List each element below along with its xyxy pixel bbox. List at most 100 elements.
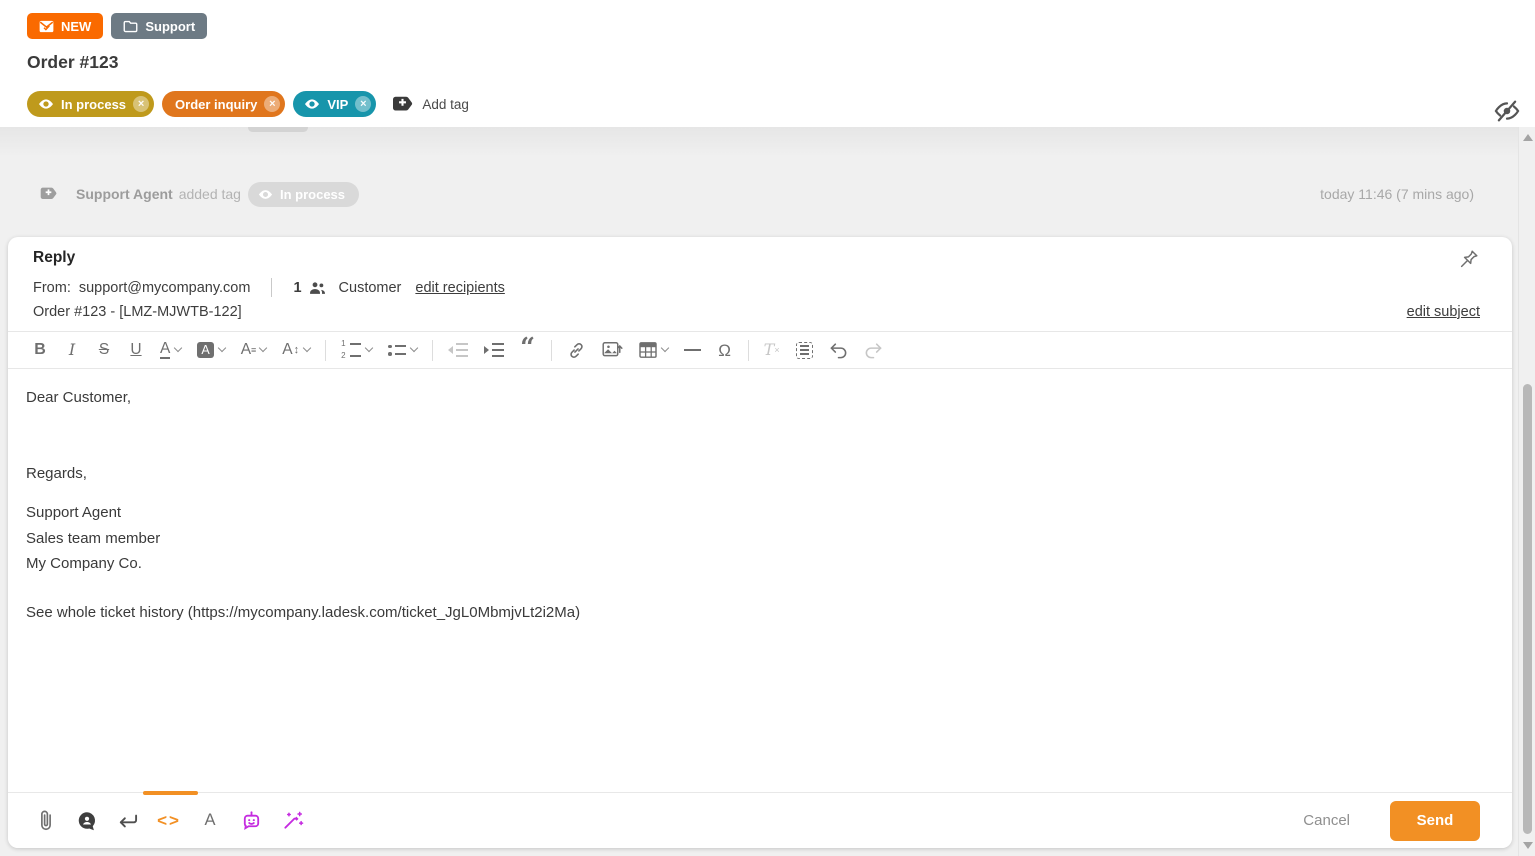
department-badge-label: Support <box>145 19 195 34</box>
underline-icon: U <box>130 342 141 358</box>
undo-icon <box>829 342 848 359</box>
eye-icon <box>258 189 273 200</box>
remove-tag-icon[interactable]: × <box>355 96 371 112</box>
attach-file-button[interactable] <box>34 807 58 835</box>
from-email: support@mycompany.com <box>79 280 251 296</box>
html-source-button[interactable]: <> <box>157 807 181 835</box>
tag-order-inquiry[interactable]: Order inquiry × <box>162 91 285 117</box>
reply-card-header: Reply From: support@mycompany.com 1 Cust… <box>8 237 1512 331</box>
insert-image-button[interactable] <box>598 336 627 364</box>
chevron-down-icon <box>409 344 417 352</box>
ticket-header: NEW Support Order #123 In process × Orde… <box>0 0 1535 127</box>
font-color-icon: A <box>160 341 170 360</box>
horizontal-line-button[interactable] <box>680 336 705 364</box>
ai-robot-icon <box>240 809 263 832</box>
scroll-up-arrow-icon[interactable] <box>1523 134 1533 141</box>
clear-formatting-button[interactable]: T× <box>760 336 784 364</box>
blockquote-button[interactable]: “ <box>516 336 540 364</box>
department-badge[interactable]: Support <box>111 13 207 39</box>
event-action: added tag <box>179 186 241 202</box>
add-tag-label: Add tag <box>422 97 469 112</box>
font-size-arrow: ↕ <box>294 344 300 356</box>
hide-visibility-button[interactable] <box>1493 97 1521 125</box>
font-color-button[interactable]: A <box>156 336 185 364</box>
indent-button[interactable] <box>480 336 508 364</box>
pushpin-icon <box>1458 248 1480 270</box>
reply-body-editor[interactable]: Dear Customer, Regards, Support Agent Sa… <box>8 369 1512 623</box>
font-size-button[interactable]: A↕ <box>278 336 314 364</box>
ai-chatbot-button[interactable] <box>239 807 263 835</box>
signature-role: Sales team member <box>26 526 1494 552</box>
insert-link-button[interactable] <box>563 336 590 364</box>
bold-button[interactable]: B <box>28 336 52 364</box>
edit-recipients-link[interactable]: edit recipients <box>415 280 504 296</box>
timeline-event: Support Agent added tag In process today… <box>40 180 1474 208</box>
outdent-button[interactable] <box>444 336 472 364</box>
select-all-button[interactable] <box>792 336 817 364</box>
quick-responses-button[interactable] <box>75 807 99 835</box>
badge-row: NEW Support <box>27 13 207 39</box>
bullet-list-button[interactable] <box>384 336 421 364</box>
remove-tag-icon[interactable]: × <box>133 96 149 112</box>
font-family-button[interactable]: A≡ <box>237 336 271 364</box>
plain-text-button[interactable]: A <box>198 807 222 835</box>
tag-vip[interactable]: VIP × <box>293 91 376 117</box>
highlight-color-button[interactable]: A <box>193 336 228 364</box>
pin-reply-button[interactable] <box>1458 248 1480 270</box>
tag-in-process[interactable]: In process × <box>27 91 154 117</box>
chevron-down-icon <box>259 344 267 352</box>
event-timestamp: today 11:46 (7 mins ago) <box>1320 186 1474 202</box>
body-greeting: Dear Customer, <box>26 387 1494 408</box>
vertical-scrollbar[interactable] <box>1518 127 1535 856</box>
insert-table-button[interactable] <box>635 336 672 364</box>
font-family-icon: A <box>241 342 251 358</box>
image-upload-icon <box>602 341 623 359</box>
signature-block: Support Agent Sales team member My Compa… <box>26 500 1494 577</box>
cancel-button[interactable]: Cancel <box>1303 812 1350 829</box>
body-regards: Regards, <box>26 463 1494 484</box>
select-all-icon <box>796 342 813 359</box>
reply-footer-toolbar: <> A Cancel Send <box>8 792 1512 848</box>
divider <box>551 340 552 361</box>
subject-text: Order #123 - [LMZ-MJWTB-122] <box>33 304 242 320</box>
italic-button[interactable]: I <box>60 336 84 364</box>
redo-button[interactable] <box>860 336 887 364</box>
divider <box>748 340 749 361</box>
insert-reply-button[interactable] <box>116 807 140 835</box>
tag-added-icon <box>40 186 57 203</box>
bold-icon: B <box>34 342 46 358</box>
scroll-down-arrow-icon[interactable] <box>1523 842 1533 849</box>
highlight-color-icon: A <box>197 342 213 359</box>
blockquote-icon: “ <box>520 343 535 357</box>
undo-button[interactable] <box>825 336 852 364</box>
strikethrough-icon: S <box>99 342 109 358</box>
tag-plus-icon <box>392 95 413 114</box>
indent-icon <box>484 343 504 358</box>
eye-icon <box>304 98 320 110</box>
add-tag-button[interactable]: Add tag <box>392 95 469 114</box>
recipient-name: Customer <box>339 280 402 296</box>
chevron-down-icon <box>217 344 225 352</box>
eye-off-icon <box>1493 97 1521 125</box>
recipients-icon <box>309 281 326 295</box>
chevron-down-icon <box>303 344 311 352</box>
special-character-button[interactable]: Ω <box>713 336 737 364</box>
strikethrough-button[interactable]: S <box>92 336 116 364</box>
status-badge-label: NEW <box>61 19 91 34</box>
ai-improve-text-button[interactable] <box>280 807 304 835</box>
from-row: From: support@mycompany.com 1 Customer e… <box>33 278 1488 297</box>
folder-icon <box>123 20 138 33</box>
underline-button[interactable]: U <box>124 336 148 364</box>
reply-title: Reply <box>33 249 1488 267</box>
tag-label: VIP <box>327 97 348 112</box>
status-badge-new[interactable]: NEW <box>27 13 103 39</box>
edit-subject-link[interactable]: edit subject <box>1407 304 1480 320</box>
send-button[interactable]: Send <box>1390 801 1480 841</box>
ordered-list-button[interactable]: 1 2 <box>337 336 376 364</box>
subject-row: Order #123 - [LMZ-MJWTB-122] edit subjec… <box>33 304 1488 320</box>
scrollbar-thumb[interactable] <box>1523 384 1532 834</box>
remove-tag-icon[interactable]: × <box>264 96 280 112</box>
horizontal-line-icon <box>684 349 701 351</box>
tags-row: In process × Order inquiry × VIP × Add t… <box>27 91 469 117</box>
omega-icon: Ω <box>718 342 731 359</box>
